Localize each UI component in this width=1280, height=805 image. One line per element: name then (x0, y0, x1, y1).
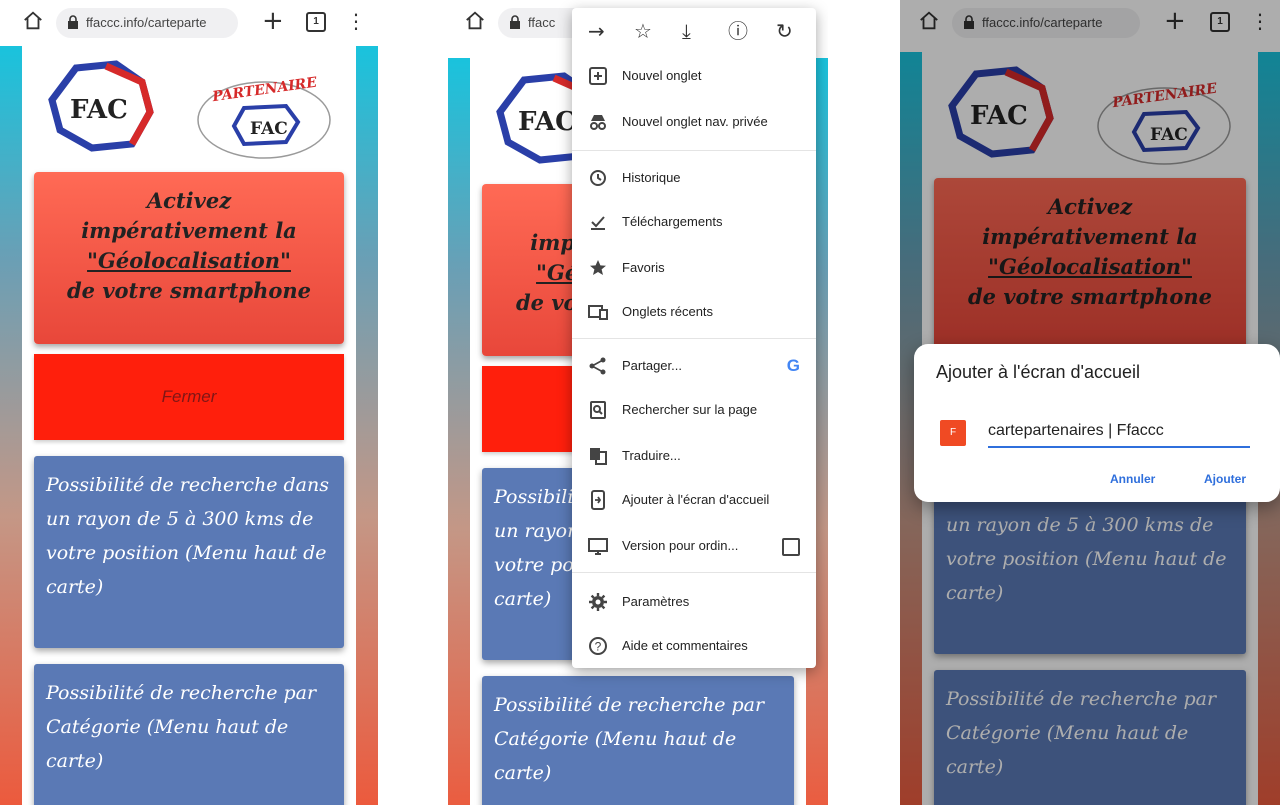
geolocation-alert: Activez impérativement la "Géolocalisati… (34, 172, 344, 344)
menu-item-desktop-site[interactable]: Version pour ordin... (572, 524, 816, 568)
alert-line-2: impérativement la (81, 218, 297, 243)
menu-divider (572, 150, 816, 151)
menu-item-bookmarks[interactable]: Favoris (572, 246, 816, 290)
shortcut-name-input[interactable] (988, 416, 1250, 448)
new-tab-button[interactable]: + (262, 6, 284, 36)
category-search-info: Possibilité de recherche par Catégorie (… (34, 664, 344, 805)
browser-overflow-menu: → ☆ ⤓ ⓘ ↻ Nouvel onglet Nouvel onglet na… (572, 8, 816, 668)
menu-item-help[interactable]: ? Aide et commentaires (572, 624, 816, 668)
recent-tabs-icon (588, 305, 608, 320)
add-home-icon (591, 490, 605, 510)
menu-item-history[interactable]: Historique (572, 156, 816, 200)
cancel-button[interactable]: Annuler (1110, 472, 1155, 486)
star-icon (590, 260, 606, 275)
settings-icon (589, 593, 607, 611)
menu-item-translate[interactable]: Traduire... (572, 434, 816, 478)
reload-icon[interactable]: ↻ (776, 18, 793, 44)
share-icon (589, 357, 606, 375)
add-button[interactable]: Ajouter (1204, 472, 1246, 486)
translate-icon (590, 448, 607, 465)
logo-header: FAC PARTENAIRE FAC (22, 46, 356, 168)
browser-toolbar: ffaccc.info/carteparte + 1 ⋮ (0, 0, 378, 46)
menu-divider (572, 338, 816, 339)
ffaccc-logo: FAC (48, 60, 154, 152)
dialog-title: Ajouter à l'écran d'accueil (936, 362, 1140, 382)
menu-item-add-home[interactable]: Ajouter à l'écran d'accueil (572, 478, 816, 522)
tab-switcher-button[interactable]: 1 (306, 12, 326, 32)
forward-icon[interactable]: → (588, 18, 605, 44)
downloads-icon (591, 216, 605, 230)
desktop-icon (588, 538, 608, 555)
more-options-icon[interactable]: ⋮ (346, 8, 366, 34)
add-to-home-dialog: Ajouter à l'écran d'accueil F Annuler Aj… (914, 344, 1280, 502)
menu-item-share[interactable]: Partager... G (572, 344, 816, 388)
alert-line-4: de votre smartphone (66, 278, 311, 303)
menu-item-recent-tabs[interactable]: Onglets récents (572, 290, 816, 334)
svg-text:FAC: FAC (70, 95, 128, 125)
history-icon (590, 170, 606, 186)
home-icon[interactable] (464, 10, 486, 32)
desktop-site-checkbox[interactable] (782, 538, 800, 556)
close-button[interactable]: Fermer (34, 354, 344, 440)
menu-item-downloads[interactable]: Téléchargements (572, 200, 816, 244)
new-tab-icon (589, 67, 607, 85)
url-text: ffacc (528, 15, 556, 30)
site-favicon: F (940, 420, 966, 446)
google-icon: G (786, 356, 800, 375)
info-icon[interactable]: ⓘ (728, 18, 748, 44)
menu-item-incognito[interactable]: Nouvel onglet nav. privée (572, 100, 816, 144)
menu-item-find-in-page[interactable]: Rechercher sur la page (572, 388, 816, 432)
web-page: FAC PARTENAIRE FAC Activez impérativemen… (0, 46, 378, 805)
svg-text:FAC: FAC (518, 107, 576, 137)
partenaire-logo: PARTENAIRE FAC (197, 75, 331, 159)
lock-icon (510, 15, 520, 29)
category-search-info: Possibilité de recherche par Catégorie (… (482, 676, 794, 805)
download-icon[interactable]: ⤓ (682, 18, 691, 44)
url-text: ffaccc.info/carteparte (86, 15, 207, 30)
lock-icon (68, 15, 78, 29)
radius-search-info: Possibilité de recherche dans un rayon d… (34, 456, 344, 648)
find-in-page-icon (590, 401, 606, 419)
bookmark-star-icon[interactable]: ☆ (634, 18, 652, 44)
screenshot-panel-2: ffacc FAC Activez impérativement la "Géo… (448, 0, 828, 805)
svg-text:?: ? (595, 640, 602, 654)
alert-line-3: "Géolocalisation" (87, 248, 291, 273)
svg-text:PARTENAIRE: PARTENAIRE (210, 75, 318, 106)
svg-text:FAC: FAC (250, 119, 288, 139)
screenshot-panel-3: ffaccc.info/carteparte + 1 ⋮ FAC PARTENA… (900, 0, 1280, 805)
home-icon[interactable] (22, 10, 44, 32)
menu-item-settings[interactable]: Paramètres (572, 580, 816, 624)
menu-divider (572, 572, 816, 573)
help-icon: ? (589, 637, 607, 655)
menu-item-new-tab[interactable]: Nouvel onglet (572, 54, 816, 98)
screenshot-panel-1: ffaccc.info/carteparte + 1 ⋮ FAC PARTENA… (0, 0, 378, 805)
address-bar[interactable]: ffaccc.info/carteparte (56, 8, 238, 38)
page-content: FAC PARTENAIRE FAC Activez impérativemen… (22, 46, 356, 805)
menu-top-bar: → ☆ ⤓ ⓘ ↻ (572, 8, 816, 54)
alert-line-1: Activez (146, 188, 232, 213)
incognito-icon (590, 115, 606, 130)
